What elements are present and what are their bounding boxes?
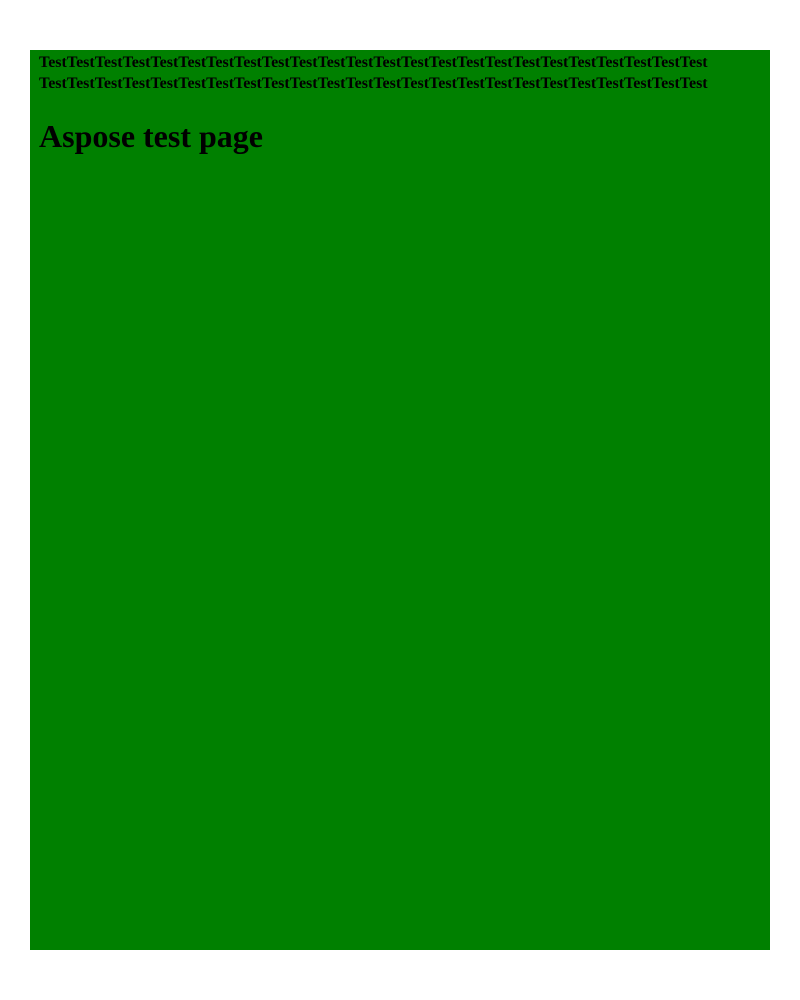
document-page: TestTestTestTestTestTestTestTestTestTest… <box>30 50 770 950</box>
test-text-line-1: TestTestTestTestTestTestTestTestTestTest… <box>39 54 708 71</box>
test-text-line-2: TestTestTestTestTestTestTestTestTestTest… <box>39 75 708 92</box>
page-heading: Aspose test page <box>39 118 263 154</box>
